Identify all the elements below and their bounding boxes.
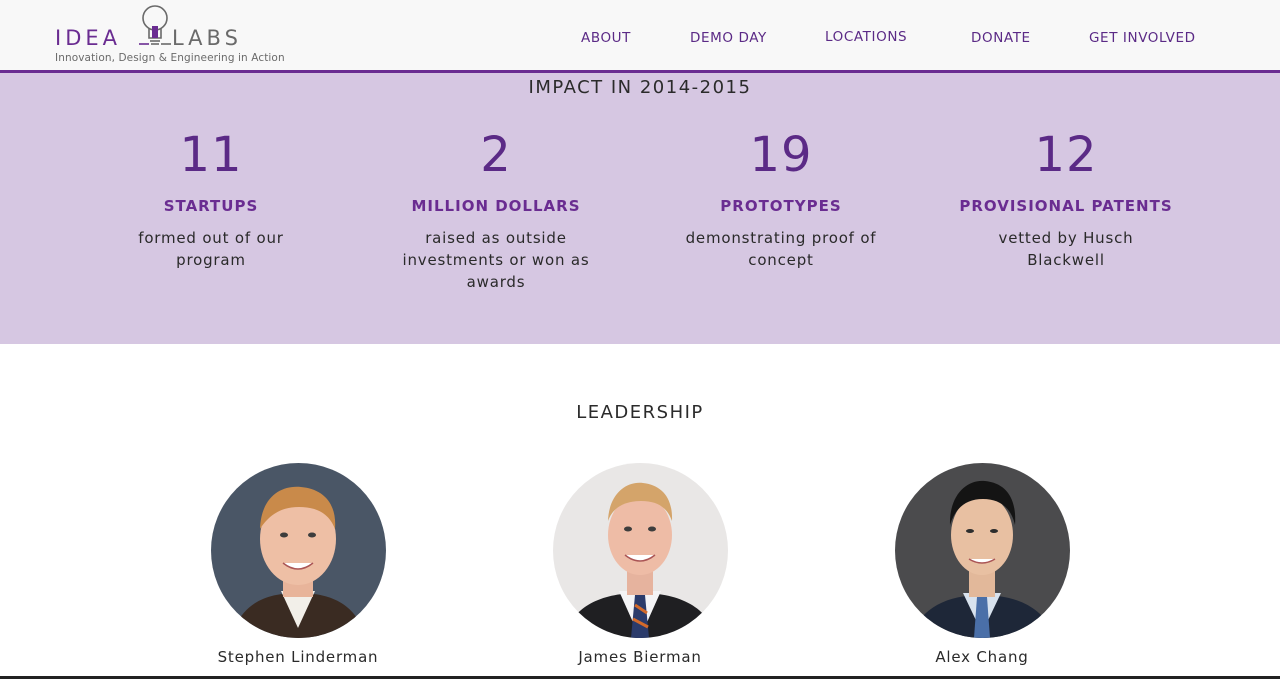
stat-number: 19 (749, 127, 813, 183)
person-photo-icon (552, 463, 728, 638)
stat-description: demonstrating proof of concept (685, 229, 877, 269)
stat-startups: 11 STARTUPS formed out of our program (91, 123, 331, 271)
stat-description: vetted by Husch Blackwell (998, 229, 1134, 269)
stat-label: MILLION DOLLARS (411, 197, 581, 215)
logo-word-idea: IDEA (55, 26, 121, 50)
stat-label: PROVISIONAL PATENTS (959, 197, 1173, 215)
leader-card-alex-chang: Alex Chang (862, 463, 1102, 666)
leader-name: Stephen Linderman (217, 648, 379, 666)
person-photo-icon (210, 463, 386, 638)
stat-label: PROTOTYPES (720, 197, 842, 215)
logo-word-labs: LABS (172, 26, 242, 50)
nav-locations[interactable]: LOCATIONS (825, 29, 907, 45)
leader-name: Alex Chang (935, 648, 1029, 666)
avatar[interactable] (210, 463, 386, 638)
stat-million-dollars: 2 MILLION DOLLARS raised as outside inve… (376, 123, 616, 293)
nav-about[interactable]: ABOUT (581, 30, 631, 46)
stat-description: raised as outside investments or won as … (402, 229, 590, 291)
leader-card-james-bierman: James Bierman (520, 463, 760, 666)
nav-demo-day[interactable]: DEMO DAY (690, 30, 767, 46)
nav-get-involved[interactable]: GET INVOLVED (1089, 30, 1196, 46)
lightbulb-icon (139, 5, 171, 45)
leader-name: James Bierman (578, 648, 702, 666)
impact-title: IMPACT IN 2014-2015 (528, 77, 752, 98)
stat-prototypes: 19 PROTOTYPES demonstrating proof of con… (661, 123, 901, 271)
impact-section: IMPACT IN 2014-2015 11 STARTUPS formed o… (0, 73, 1280, 344)
idea-labs-logo[interactable]: IDEA LABS Innovation, Design & Engineeri… (55, 4, 285, 66)
stat-description: formed out of our program (138, 229, 284, 269)
avatar[interactable] (552, 463, 728, 638)
logo-tagline: Innovation, Design & Engineering in Acti… (55, 52, 285, 64)
person-photo-icon (894, 463, 1070, 638)
stat-provisional-patents: 12 PROVISIONAL PATENTS vetted by Husch B… (946, 123, 1186, 271)
leader-card-stephen-linderman: Stephen Linderman (178, 463, 418, 666)
stat-number: 12 (1034, 127, 1098, 183)
avatar[interactable] (894, 463, 1070, 638)
site-header: IDEA LABS Innovation, Design & Engineeri… (0, 0, 1280, 73)
stat-label: STARTUPS (163, 197, 259, 215)
stat-number: 2 (480, 127, 512, 183)
stat-number: 11 (179, 127, 243, 183)
leadership-title: LEADERSHIP (576, 402, 704, 423)
nav-donate[interactable]: DONATE (971, 30, 1031, 46)
